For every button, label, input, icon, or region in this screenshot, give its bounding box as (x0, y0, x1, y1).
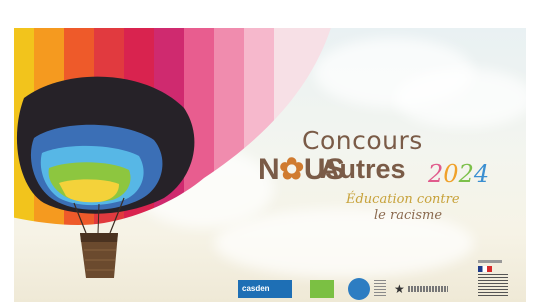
year-digit: 2 (458, 160, 474, 188)
partner-logos: casden ★ (234, 260, 524, 300)
partner-text-logo (374, 280, 386, 298)
title-concours: Concours (302, 126, 423, 155)
title-nous-n: N (258, 153, 280, 186)
ministry-logo (478, 274, 508, 298)
star-icon: ★ (394, 282, 405, 296)
title-year: 2024 (428, 160, 489, 188)
partner-text-logo (408, 286, 448, 292)
contest-banner: Concours N✿US Autres 2024 Éducation cont… (14, 28, 526, 302)
ministry-logo-header (478, 260, 502, 263)
casden-logo: casden (238, 280, 292, 298)
year-digit: 4 (473, 160, 490, 188)
year-digit: 2 (428, 160, 444, 188)
year-digit: 0 (443, 160, 459, 188)
nous-leaf-icon: ✿ (279, 153, 304, 186)
green-partner-logo (310, 280, 334, 298)
title-autres: Autres (320, 154, 406, 184)
round-partner-logo (348, 278, 370, 300)
subtitle-education: Éducation contre (346, 192, 460, 207)
cloud (394, 68, 526, 128)
subtitle-racisme: le racisme (374, 208, 443, 223)
french-flag-icon (478, 266, 492, 272)
